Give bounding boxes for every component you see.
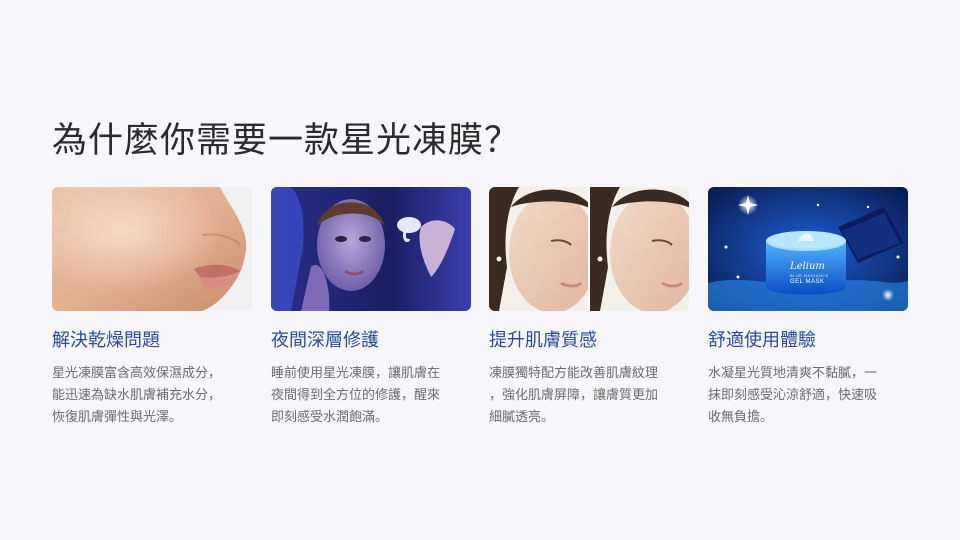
- feature-card-comfort: Lelium BLUE RADIANCE GEL MASK 舒適使用體驗 水凝星…: [708, 187, 908, 425]
- gel-mask-product-image: Lelium BLUE RADIANCE GEL MASK: [708, 187, 908, 311]
- product-name-text: GEL MASK: [790, 279, 825, 285]
- product-sub-text: BLUE RADIANCE: [790, 273, 829, 278]
- before-after-image: [489, 187, 689, 311]
- feature-card-skin-texture: 提升肌膚質感 凍膜獨特配方能改善肌膚紋理 ，強化肌膚屏障，讓膚質更加 細膩透亮。: [489, 187, 689, 425]
- card-heading: 提升肌膚質感: [489, 330, 597, 351]
- card-heading: 解決乾燥問題: [52, 330, 160, 351]
- product-brand-text: Lelium: [790, 261, 825, 272]
- card-description: 睡前使用星光凍膜，讓肌膚在 夜間得到全方位的修護，醒來 即刻感受水潤飽滿。: [271, 366, 441, 425]
- night-mask-image: [271, 187, 471, 311]
- card-heading: 舒適使用體驗: [708, 330, 816, 351]
- page-title: 為什麼你需要一款星光凍膜？: [52, 121, 521, 161]
- feature-card-dryness: 解決乾燥問題 星光凍膜富含高效保濕成分， 能迅速為缺水肌膚補充水分， 恢復肌膚彈…: [52, 187, 252, 425]
- slide: 為什麼你需要一款星光凍膜？ 解決乾燥問題 星光凍膜富含高效保濕成分， 能迅速為缺…: [0, 0, 960, 540]
- feature-card-night-repair: 夜間深層修護 睡前使用星光凍膜，讓肌膚在 夜間得到全方位的修護，醒來 即刻感受水…: [271, 187, 471, 425]
- card-heading: 夜間深層修護: [271, 330, 379, 351]
- card-description: 水凝星光質地清爽不黏膩，一 抹即刻感受沁涼舒適，快速吸 收無負擔。: [708, 366, 878, 425]
- skin-closeup-image: [52, 187, 252, 311]
- card-description: 星光凍膜富含高效保濕成分， 能迅速為缺水肌膚補充水分， 恢復肌膚彈性與光澤。: [52, 366, 222, 425]
- card-description: 凍膜獨特配方能改善肌膚紋理 ，強化肌膚屏障，讓膚質更加 細膩透亮。: [489, 366, 659, 425]
